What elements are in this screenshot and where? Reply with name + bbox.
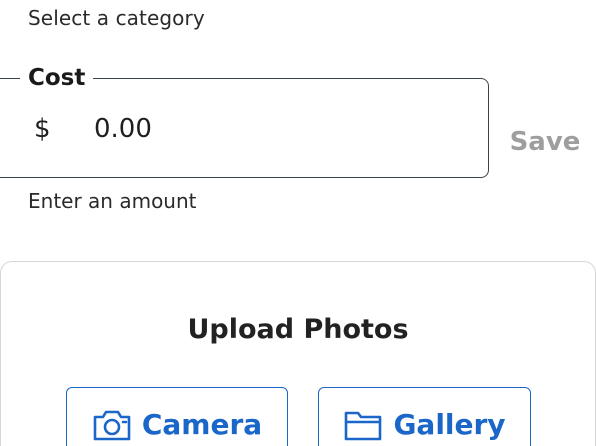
camera-icon [92,408,132,442]
gallery-button[interactable]: Gallery [318,387,531,446]
cost-amount-input[interactable] [94,110,454,148]
expense-form: Select a category Cost $ Save Enter an a… [0,0,596,446]
camera-button-label: Camera [141,408,263,441]
upload-photos-title: Upload Photos [187,314,409,345]
category-helper-text: Select a category [28,6,205,30]
folder-icon [343,408,383,442]
save-button[interactable]: Save [500,122,590,162]
gallery-button-label: Gallery [393,408,506,441]
camera-button[interactable]: Camera [66,387,288,446]
cost-label: Cost [20,64,94,92]
currency-symbol: $ [34,114,51,144]
amount-helper-text: Enter an amount [28,189,197,213]
